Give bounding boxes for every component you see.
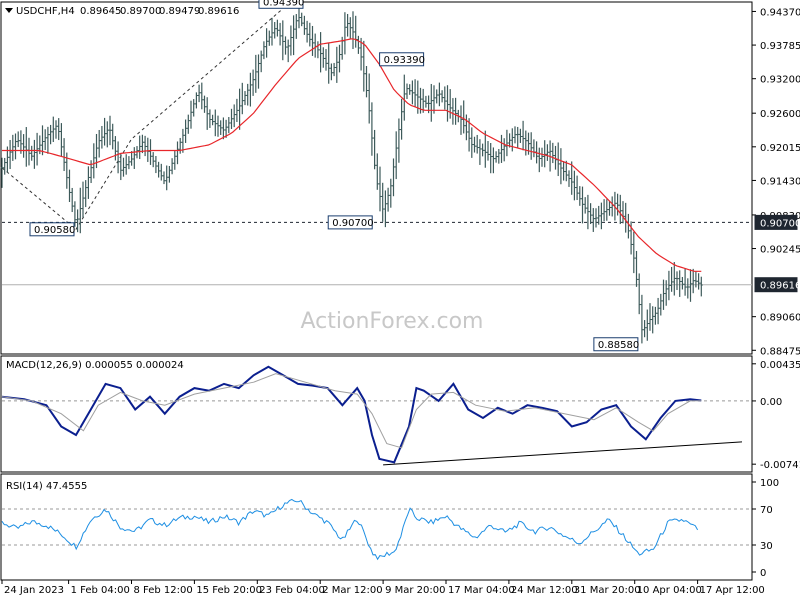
x-axis-label: 10 Apr 04:00	[637, 585, 702, 596]
chart-header: USDCHF,H4 0.89645 0.89700 0.89479 0.8961…	[5, 6, 239, 17]
x-axis-label: 8 Feb 12:00	[134, 585, 193, 596]
x-axis-label: 9 Mar 20:00	[385, 585, 445, 596]
rsi-layer: RSI(14) 47.4555 100 70 30 0	[2, 478, 779, 579]
x-axis-label: 15 Feb 20:00	[196, 585, 262, 596]
open-value: 0.89645	[80, 6, 121, 17]
x-axis-label: 24 Jan 2023	[4, 585, 64, 596]
macd-axis-label: 0.004354	[760, 360, 800, 371]
swing-label-text: 0.90580	[34, 225, 75, 236]
rsi-axis-label: 70	[760, 505, 773, 516]
price-axis-label: 0.90245	[760, 245, 800, 256]
dropdown-triangle-icon[interactable]	[5, 8, 13, 13]
macd-line	[2, 367, 701, 463]
rsi-label: RSI(14) 47.4555	[6, 481, 87, 492]
macd-layer: MACD(12,26,9) 0.000055 0.000024 0.004354 0…	[2, 360, 800, 471]
rsi-axis-label: 100	[760, 478, 779, 489]
current-price-tag-text: 0.89616	[760, 281, 800, 292]
symbol-label: USDCHF,H4	[16, 6, 75, 17]
x-axis-label: 2 Mar 12:00	[322, 585, 382, 596]
x-axis-label: 1 Feb 04:00	[71, 585, 130, 596]
x-axis-label: 23 Feb 04:00	[259, 585, 325, 596]
x-axis-label: 24 Mar 12:00	[511, 585, 578, 596]
x-axis: 24 Jan 2023 1 Feb 04:00 8 Feb 12:0015 Feb …	[2, 580, 765, 596]
macd-axis-label: 0.00	[760, 397, 782, 408]
swing-label-text: 0.90700	[332, 218, 373, 229]
x-axis-label: 17 Mar 04:00	[448, 585, 515, 596]
usdchf-chart: ActionForex.com USDCHF,H4 0.89645 0.8970…	[0, 0, 800, 600]
rsi-panel-frame	[1, 474, 752, 580]
price-axis-label: 0.89060	[760, 313, 800, 324]
price-axis-label: 0.88475	[760, 346, 800, 357]
chart-root: ActionForex.com USDCHF,H4 0.89645 0.8970…	[0, 0, 800, 600]
level-price-tag-text: 0.90700	[760, 218, 800, 229]
moving-average-line	[2, 39, 701, 271]
price-axis-label: 0.92015	[760, 143, 800, 154]
x-axis-label: 31 Mar 20:00	[574, 585, 641, 596]
high-value: 0.89700	[120, 6, 161, 17]
watermark-text: ActionForex.com	[301, 309, 484, 334]
macd-axis-label: -0.007417	[760, 460, 800, 471]
low-value: 0.89479	[159, 6, 200, 17]
close-value: 0.89616	[198, 6, 239, 17]
swing-label-text: 0.93390	[384, 55, 425, 66]
macd-panel-frame	[1, 356, 752, 472]
price-layer: 0.94370 0.93785 0.93200 0.92600 0.92015 0.914…	[1, 0, 800, 357]
x-axis-label: 17 Apr 12:00	[700, 585, 765, 596]
price-axis-label: 0.91430	[760, 176, 800, 187]
macd-label: MACD(12,26,9) 0.000055 0.000024	[6, 360, 184, 371]
price-axis-label: 0.93200	[760, 75, 800, 86]
swing-label-text: 0.88580	[598, 340, 639, 351]
rsi-axis-label: 30	[760, 541, 773, 552]
rsi-line	[2, 500, 698, 560]
rsi-axis-label: 0	[760, 568, 766, 579]
price-axis-label: 0.92600	[760, 109, 800, 120]
swing-label-text: 0.94390	[263, 0, 304, 8]
macd-trend-line	[383, 442, 742, 465]
price-axis-label: 0.93785	[760, 41, 800, 52]
price-axis-label: 0.94370	[760, 7, 800, 18]
